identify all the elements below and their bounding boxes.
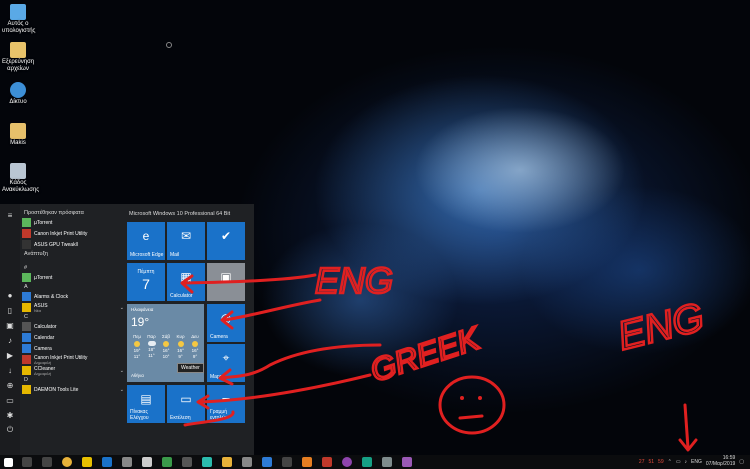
notes-icon[interactable]	[142, 457, 152, 467]
tray-value: 51	[648, 458, 655, 465]
volume-icon[interactable]: ♪	[685, 459, 688, 465]
app-icon[interactable]	[362, 457, 372, 467]
sad-face-eye	[478, 396, 482, 400]
tray-value: 59	[658, 458, 664, 465]
edge-taskbar-icon[interactable]	[102, 457, 112, 467]
clock-date: 07/Μαρ/2019	[705, 460, 736, 467]
arrow-to-language	[683, 403, 690, 450]
app-icon[interactable]	[282, 457, 292, 467]
sad-face-eye	[460, 396, 464, 400]
notifications-icon[interactable]: ▢	[739, 459, 744, 465]
app-icon[interactable]	[262, 457, 272, 467]
app-icon[interactable]	[402, 457, 412, 467]
norton-icon[interactable]	[82, 457, 92, 467]
clock[interactable]: 16:59 07/Μαρ/2019	[705, 455, 736, 467]
language-indicator[interactable]: ENG	[691, 459, 702, 465]
tray-value: 27	[638, 458, 645, 465]
chrome-icon[interactable]	[62, 457, 72, 467]
network-tray-icon[interactable]: ▭	[676, 459, 681, 465]
arrow-to-maps	[220, 343, 382, 380]
arrow-to-weather	[223, 298, 322, 322]
sad-face-outline	[438, 375, 506, 435]
search-icon[interactable]	[22, 457, 32, 467]
app-icon[interactable]	[242, 457, 252, 467]
task-view-icon[interactable]	[42, 457, 52, 467]
chevron-up-icon[interactable]: ⌃	[668, 459, 672, 465]
app-icon[interactable]	[162, 457, 172, 467]
taskbar: 27 51 59 ⌃ ▭ ♪ ENG 16:59 07/Μαρ/2019 ▢	[0, 455, 750, 469]
folder-taskbar-icon[interactable]	[182, 457, 192, 467]
vlc-icon[interactable]	[302, 457, 312, 467]
arrow-to-run	[198, 373, 372, 404]
store-icon[interactable]	[122, 457, 132, 467]
app-icon[interactable]	[382, 457, 392, 467]
windows-start-icon[interactable]	[4, 458, 13, 467]
app-icon[interactable]	[202, 457, 212, 467]
annotation-overlay: ENG GREEK ENG	[180, 259, 710, 452]
app-icon[interactable]	[322, 457, 332, 467]
app-icon[interactable]	[222, 457, 232, 467]
system-tray: 27 51 59 ⌃ ▭ ♪ ENG 16:59 07/Μαρ/2019 ▢	[638, 455, 744, 467]
arrow-to-control	[183, 410, 235, 427]
app-icon[interactable]	[342, 457, 352, 467]
annotation-eng-left: ENG	[315, 260, 393, 301]
annotation-eng-right: ENG	[614, 295, 709, 359]
arrow-to-calendar	[183, 273, 317, 285]
sad-face-mouth	[458, 414, 484, 420]
